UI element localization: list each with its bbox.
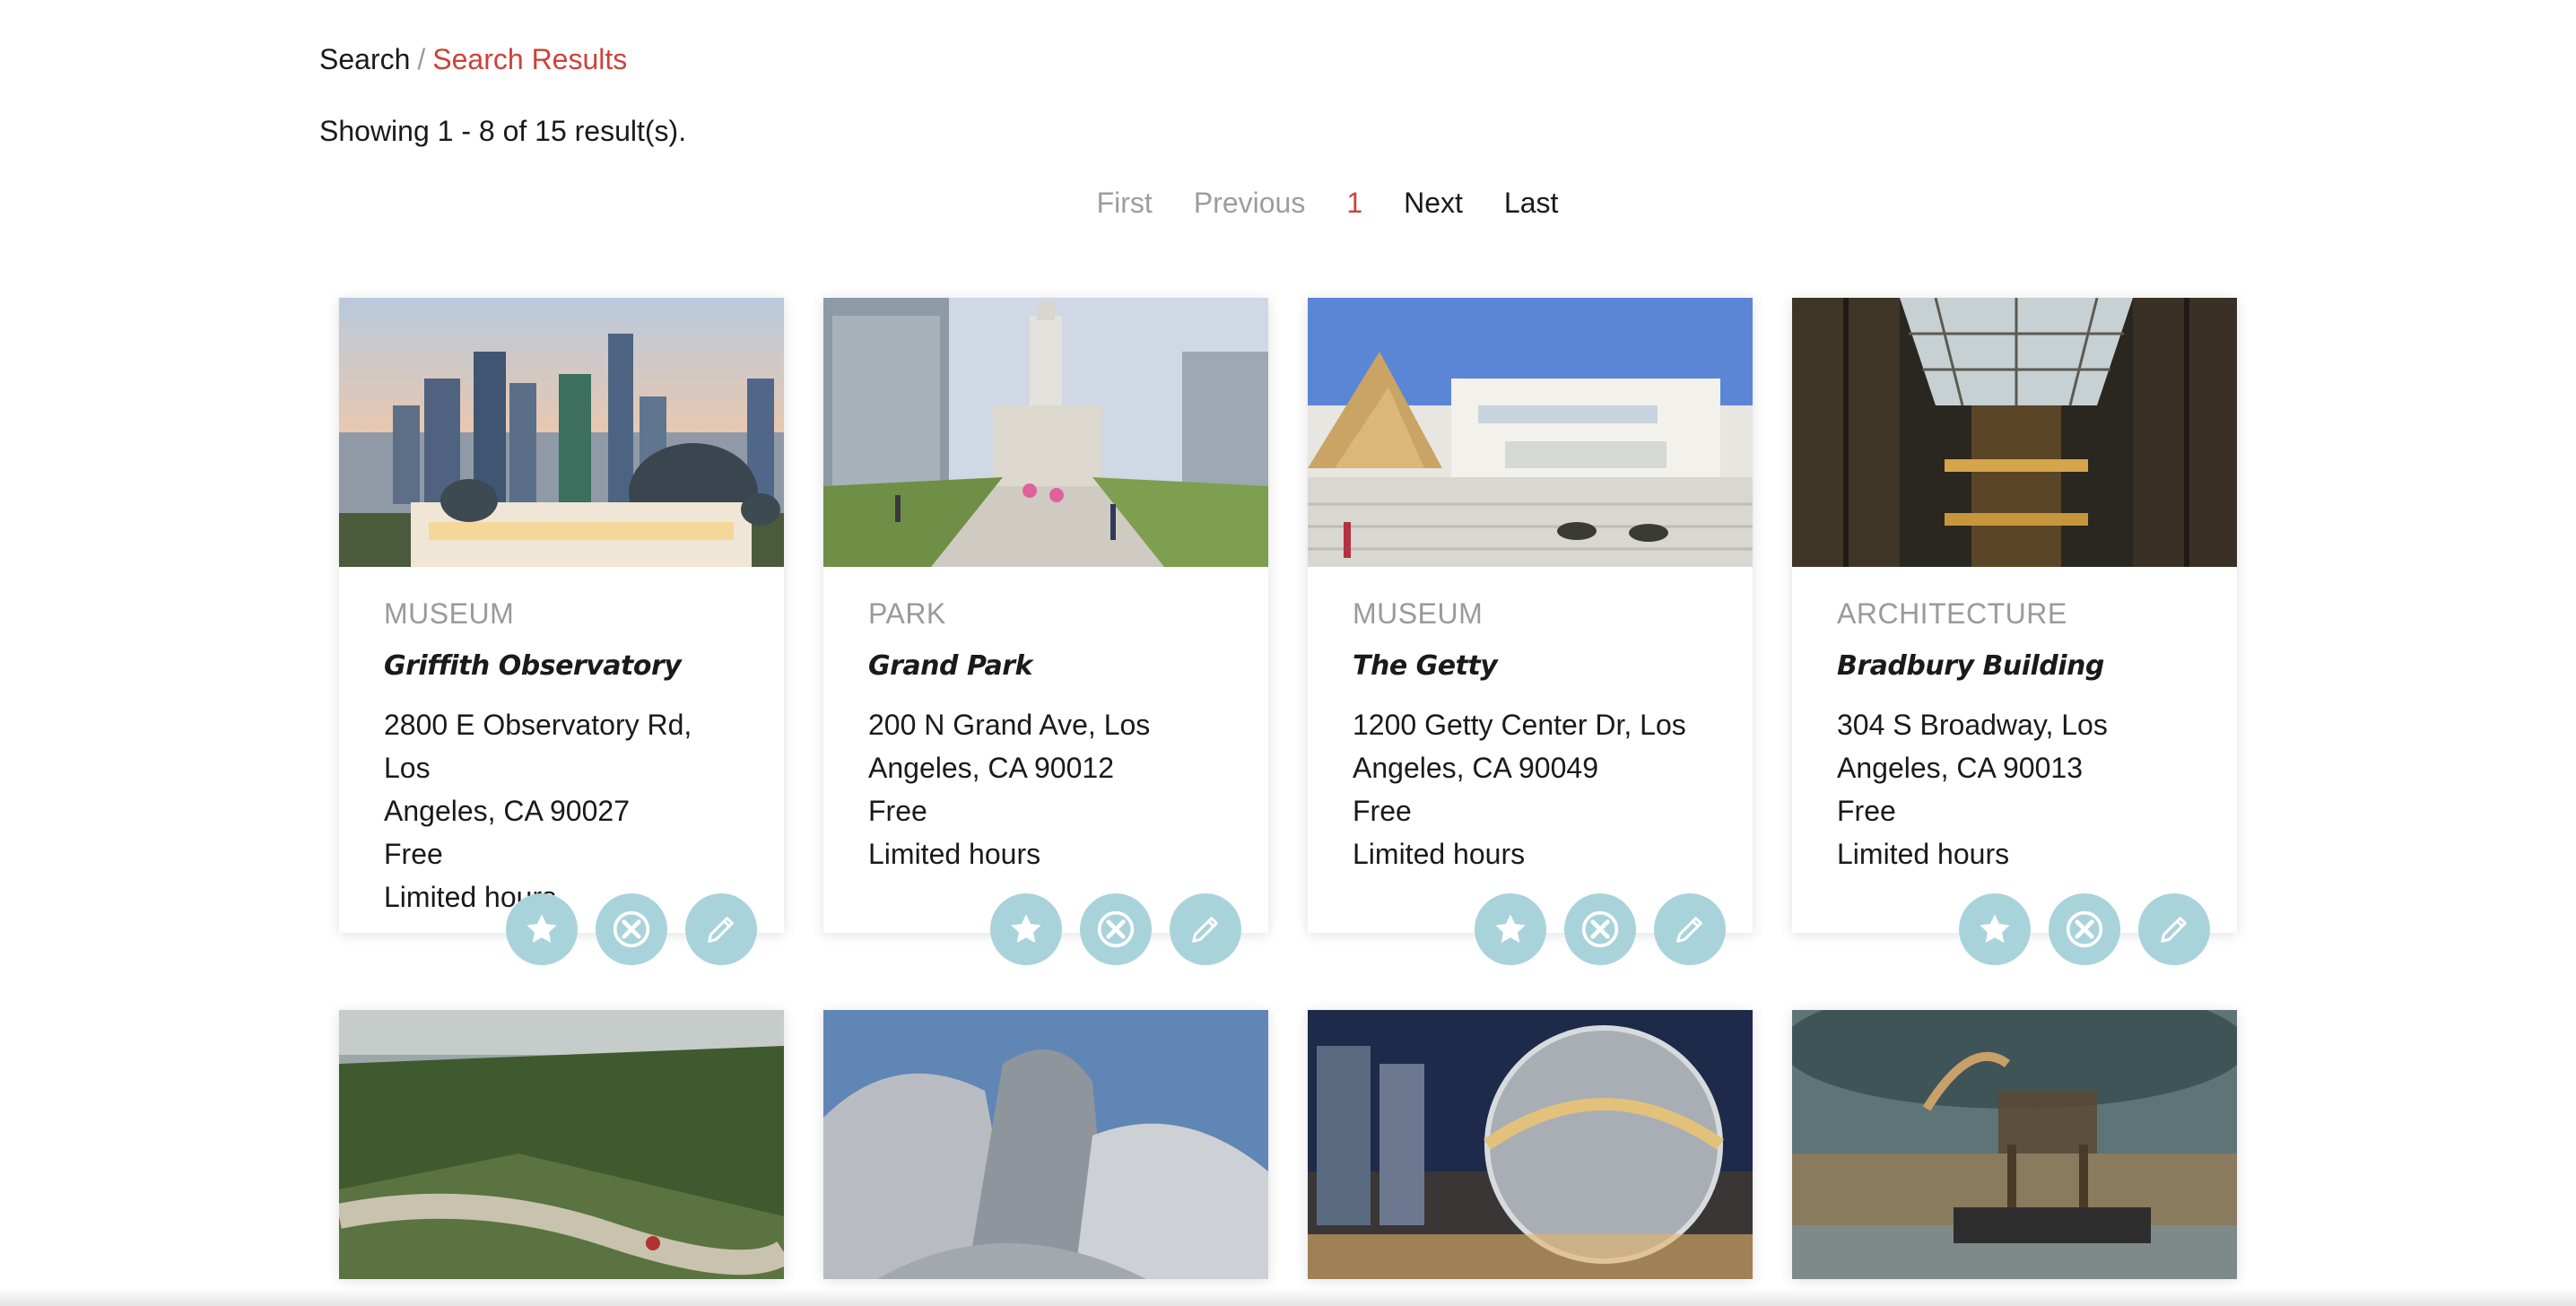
card-category: MUSEUM [1353,597,1484,630]
card-address-line2: Angeles, CA 90012 [868,752,1114,784]
result-card[interactable] [823,1010,1268,1279]
card-category: PARK [868,597,946,630]
edit-button[interactable] [1654,893,1726,965]
pencil-icon [2161,917,2187,943]
card-image-bradbury-building[interactable] [1792,298,2237,567]
result-card[interactable] [1792,1010,2237,1279]
bottom-edge-shadow [0,1288,2576,1306]
star-icon [1011,914,1041,944]
card-address-line1: 1200 Getty Center Dr, Los [1353,709,1686,741]
card-image-concert-hall[interactable] [823,1010,1268,1279]
card-image-the-getty[interactable] [1308,298,1753,567]
result-card[interactable]: MUSEUM The Getty 1200 Getty Center Dr, L… [1308,298,1753,965]
card-price: Free [1837,795,1896,827]
remove-button[interactable] [2049,893,2120,965]
card-hours: Limited hours [1353,838,1526,870]
favorite-button[interactable] [990,893,1062,965]
favorite-button[interactable] [506,893,578,965]
close-icon [1097,910,1135,948]
card-address-line1: 200 N Grand Ave, Los [868,709,1151,741]
edit-button[interactable] [2138,893,2210,965]
favorite-button[interactable] [1959,893,2031,965]
search-results-page: Search / Search Results Showing 1 - 8 of 1… [0,0,2576,1306]
pencil-icon [1192,917,1218,943]
card-body: MUSEUM The Getty 1200 Getty Center Dr, L… [1308,567,1753,875]
remove-button[interactable] [1080,893,1152,965]
card-image-hillside-trail[interactable] [339,1010,784,1279]
card-actions [990,893,1241,965]
card-body: MUSEUM Griffith Observatory 2800 E Obser… [339,567,784,919]
card-image-mammoth-exhibit[interactable] [1792,1010,2237,1279]
card-address-line1: 304 S Broadway, Los [1837,709,2108,741]
edit-button[interactable] [685,893,757,965]
result-card[interactable]: PARK Grand Park 200 N Grand Ave, Los Ang… [823,298,1268,965]
close-icon [1581,910,1619,948]
pencil-icon [708,917,734,943]
edit-button[interactable] [1170,893,1241,965]
favorite-button[interactable] [1475,893,1546,965]
result-card[interactable] [339,1010,784,1279]
remove-button[interactable] [596,893,667,965]
card-category: ARCHITECTURE [1837,597,2067,630]
results-summary: Showing 1 - 8 of 15 result(s). [319,115,687,147]
card-image-griffith-observatory[interactable] [339,298,784,567]
card-address-line2: Angeles, CA 90027 [384,795,630,827]
star-icon [1980,914,2010,944]
star-icon [1495,914,1526,944]
card-actions [1475,893,1726,965]
close-icon [2066,910,2103,948]
star-icon [527,914,557,944]
pagination-previous[interactable]: Previous [1194,183,1306,222]
card-price: Free [1353,795,1412,827]
card-actions [506,893,757,965]
result-card[interactable]: ARCHITECTURE Bradbury Building 304 S Bro… [1792,298,2237,965]
result-card[interactable] [1308,1010,1753,1279]
pagination-first[interactable]: First [1097,183,1153,222]
card-title[interactable]: Grand Park [868,648,1223,685]
card-title[interactable]: Griffith Observatory [384,648,739,685]
results-grid: MUSEUM Griffith Observatory 2800 E Obser… [339,298,2239,1279]
card-title[interactable]: Bradbury Building [1837,648,2192,685]
breadcrumb-search-link[interactable]: Search [319,43,410,75]
breadcrumb-current: Search Results [432,43,628,75]
card-price: Free [868,795,927,827]
card-hours: Limited hours [1837,838,2010,870]
breadcrumb-separator: / [417,43,426,75]
card-price: Free [384,838,443,870]
card-image-grand-park[interactable] [823,298,1268,567]
card-body: PARK Grand Park 200 N Grand Ave, Los Ang… [823,567,1268,875]
remove-button[interactable] [1564,893,1636,965]
card-title[interactable]: The Getty [1353,648,1708,685]
pagination-page-current[interactable]: 1 [1346,183,1362,222]
breadcrumb: Search / Search Results [319,39,627,79]
card-actions [1959,893,2210,965]
result-card[interactable]: MUSEUM Griffith Observatory 2800 E Obser… [339,298,784,965]
card-category: MUSEUM [384,597,515,630]
close-icon [613,910,650,948]
pencil-icon [1676,917,1702,943]
card-address-line2: Angeles, CA 90013 [1837,752,2083,784]
card-body: ARCHITECTURE Bradbury Building 304 S Bro… [1792,567,2237,875]
card-address-line2: Angeles, CA 90049 [1353,752,1598,784]
card-hours: Limited hours [868,838,1041,870]
pagination: First Previous 1 Next Last [1076,183,1579,222]
pagination-next[interactable]: Next [1404,183,1463,222]
pagination-last[interactable]: Last [1504,183,1558,222]
card-address-line1: 2800 E Observatory Rd, Los [384,709,692,784]
card-image-universal-globe[interactable] [1308,1010,1753,1279]
